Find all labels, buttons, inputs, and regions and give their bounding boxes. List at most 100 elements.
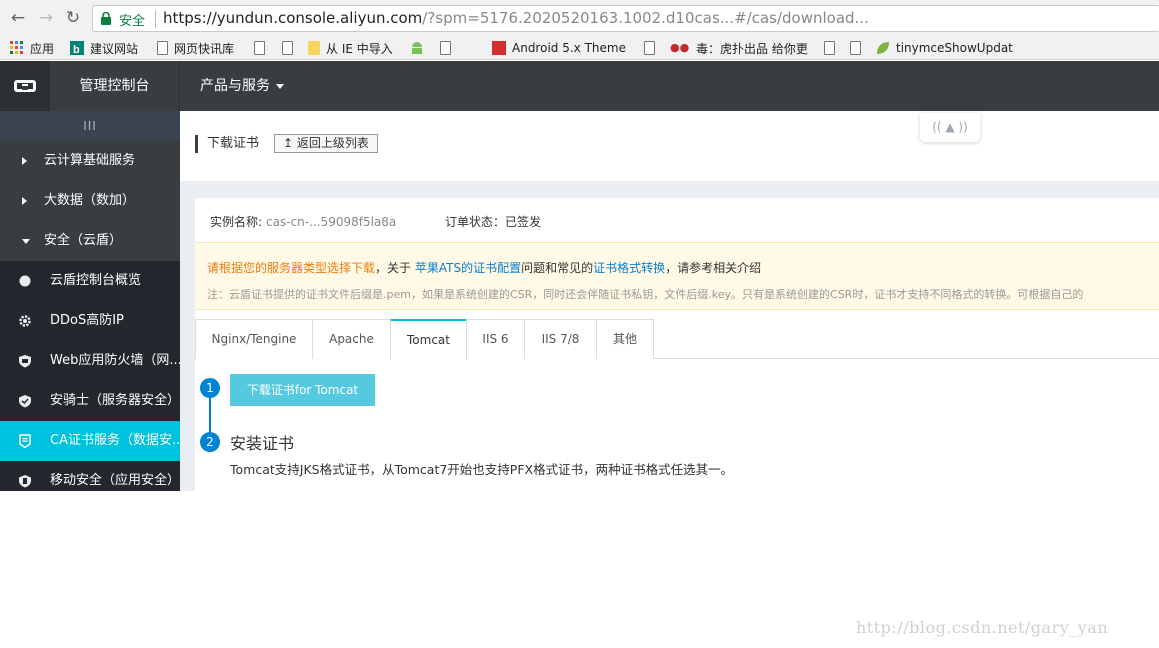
bing-icon: b bbox=[70, 41, 84, 55]
page-icon bbox=[440, 41, 451, 55]
bookmark-suggested-sites[interactable]: b 建议网站 bbox=[70, 39, 138, 57]
sidebar-group-bigdata[interactable]: 大数据（数加） bbox=[0, 181, 180, 221]
back-arrow-icon[interactable]: ← bbox=[8, 8, 28, 28]
secure-label: 安全 bbox=[119, 14, 146, 29]
sidebar-group-label: 安全（云盾） bbox=[44, 233, 123, 248]
leaf-icon bbox=[877, 42, 889, 54]
bookmark-page-2[interactable] bbox=[282, 39, 299, 57]
chevron-right-icon bbox=[22, 197, 27, 205]
hupu-icon: ●● bbox=[670, 41, 690, 54]
mobile-shield-icon bbox=[19, 475, 31, 488]
sidebar: III 云计算基础服务 大数据（数加） 安全（云盾） 云盾控制台概览 DDoS高… bbox=[0, 111, 180, 491]
back-label: 返回上级列表 bbox=[296, 136, 369, 150]
ats-config-link[interactable]: 苹果ATS的证书配置 bbox=[415, 261, 521, 275]
sidebar-collapse-toggle[interactable]: III bbox=[0, 111, 180, 141]
gear-icon bbox=[19, 315, 31, 327]
tab-other[interactable]: 其他 bbox=[596, 319, 654, 359]
android-icon bbox=[412, 42, 422, 54]
tab-tomcat[interactable]: Tomcat bbox=[390, 319, 467, 360]
page-icon bbox=[254, 41, 265, 55]
sidebar-group-security[interactable]: 安全（云盾） bbox=[0, 221, 180, 261]
notice-warning: 请根据您的服务器类型选择下载 bbox=[207, 261, 376, 275]
sidebar-item-waf[interactable]: Web应用防火墙（网... bbox=[0, 341, 180, 381]
sidebar-item-label: DDoS高防IP bbox=[50, 313, 124, 328]
page-icon bbox=[644, 41, 655, 55]
bookmark-label: 建议网站 bbox=[90, 41, 139, 56]
forward-arrow-icon[interactable]: → bbox=[36, 8, 56, 28]
page-icon bbox=[850, 41, 861, 55]
svg-text:b: b bbox=[73, 44, 80, 55]
url-divider bbox=[155, 10, 156, 28]
console-topbar: 管理控制台 产品与服务 bbox=[0, 61, 1159, 111]
sidebar-group-label: 大数据（数加） bbox=[44, 193, 136, 208]
folder-icon bbox=[308, 41, 320, 55]
tab-apache[interactable]: Apache bbox=[312, 319, 391, 359]
server-type-tabs: Nginx/Tengine Apache Tomcat IIS 6 IIS 7/… bbox=[195, 319, 1159, 360]
main-content: 下载证书 ↥ 返回上级列表 (( ▲ )) 实例名称: cas-cn-...590… bbox=[180, 111, 1159, 491]
red-square-icon bbox=[492, 41, 506, 55]
instance-label: 实例名称: bbox=[210, 215, 263, 229]
knight-shield-icon bbox=[19, 395, 31, 408]
chevron-down-icon bbox=[22, 239, 30, 244]
certificate-card: 实例名称: cas-cn-...59098f5la8a 订单状态：已签发 请根据您… bbox=[195, 198, 1159, 491]
bookmark-label: 网页快讯库 bbox=[174, 41, 235, 56]
notice-text-c: ，请参考相关介绍 bbox=[665, 261, 762, 275]
browser-toolbar: ← → ↻ 安全 https://yundun.console.aliyun.c… bbox=[0, 0, 1159, 36]
bookmark-web-slices[interactable]: 网页快讯库 bbox=[157, 39, 234, 57]
bookmark-label: 应用 bbox=[30, 41, 55, 56]
download-notice: 请根据您的服务器类型选择下载，关于 苹果ATS的证书配置问题和常见的证书格式转换… bbox=[195, 242, 1159, 310]
notification-bell-button[interactable]: (( ▲ )) bbox=[920, 113, 980, 142]
bookmark-page-5[interactable] bbox=[824, 39, 841, 57]
home-logo[interactable] bbox=[0, 61, 50, 111]
reload-icon[interactable]: ↻ bbox=[63, 8, 83, 28]
tab-iis6[interactable]: IIS 6 bbox=[466, 319, 525, 359]
aliyun-logo-icon bbox=[14, 80, 36, 92]
notice-text-a: ，关于 bbox=[375, 261, 412, 275]
back-to-list-button[interactable]: ↥ 返回上级列表 bbox=[274, 134, 378, 153]
bookmark-page-1[interactable] bbox=[254, 39, 271, 57]
page-icon bbox=[282, 41, 293, 55]
sidebar-group-cloud-basic[interactable]: 云计算基础服务 bbox=[0, 141, 180, 181]
sidebar-item-label: 移动安全（应用安全） bbox=[50, 473, 180, 488]
bookmark-page-3[interactable] bbox=[440, 39, 457, 57]
console-title[interactable]: 管理控制台 bbox=[50, 61, 180, 111]
bookmark-page-4[interactable] bbox=[644, 39, 661, 57]
sidebar-item-label: 安骑士（服务器安全） bbox=[50, 393, 180, 408]
format-conversion-link[interactable]: 证书格式转换 bbox=[593, 261, 665, 275]
bookmarks-bar: 应用 b 建议网站 网页快讯库 从 IE 中导入 Android 5.x The… bbox=[0, 36, 1159, 60]
step-2-badge: 2 bbox=[200, 432, 220, 452]
instance-info: 实例名称: cas-cn-...59098f5la8a bbox=[210, 213, 396, 230]
sidebar-item-ddos[interactable]: DDoS高防IP bbox=[0, 301, 180, 341]
sidebar-item-label: Web应用防火墙（网... bbox=[50, 353, 180, 368]
sidebar-item-aegis[interactable]: 安骑士（服务器安全） bbox=[0, 381, 180, 421]
page-icon bbox=[157, 41, 168, 55]
download-tomcat-button[interactable]: 下载证书for Tomcat bbox=[230, 374, 375, 406]
bookmark-import-ie[interactable]: 从 IE 中导入 bbox=[308, 39, 393, 57]
certificate-icon bbox=[19, 434, 31, 448]
page-header: 下载证书 ↥ 返回上级列表 (( ▲ )) bbox=[180, 111, 1159, 181]
address-bar[interactable]: 安全 https://yundun.console.aliyun.com/?sp… bbox=[92, 5, 1159, 32]
notice-text: 请根据您的服务器类型选择下载，关于 苹果ATS的证书配置问题和常见的证书格式转换… bbox=[207, 259, 761, 276]
bookmark-page-6[interactable] bbox=[850, 39, 867, 57]
step-connector bbox=[209, 397, 211, 433]
bookmark-apps[interactable]: 应用 bbox=[10, 39, 54, 57]
sidebar-item-ca-certificate[interactable]: CA证书服务（数据安... bbox=[0, 421, 180, 461]
sidebar-item-mobile-security[interactable]: 移动安全（应用安全） bbox=[0, 461, 180, 491]
products-label: 产品与服务 bbox=[200, 78, 270, 94]
chevron-right-icon bbox=[22, 157, 27, 165]
tab-iis78[interactable]: IIS 7/8 bbox=[524, 319, 597, 359]
tab-nginx[interactable]: Nginx/Tengine bbox=[195, 319, 313, 359]
bookmark-tinymce[interactable]: tinymceShowUpdat bbox=[876, 39, 1013, 57]
shield-icon bbox=[19, 355, 31, 368]
bookmark-label: tinymceShowUpdat bbox=[896, 41, 1013, 55]
order-status: 订单状态：已签发 bbox=[445, 215, 542, 229]
bookmark-android[interactable] bbox=[410, 39, 430, 57]
watermark: http://blog.csdn.net/gary_yan bbox=[856, 618, 1109, 637]
page-icon bbox=[824, 41, 835, 55]
bookmark-android-theme[interactable]: Android 5.x Theme bbox=[492, 39, 626, 57]
products-menu[interactable]: 产品与服务 bbox=[200, 61, 284, 111]
bookmark-hupu[interactable]: ●● 毒：虎扑出品 给你更 bbox=[670, 39, 808, 57]
sidebar-item-overview[interactable]: 云盾控制台概览 bbox=[0, 261, 180, 301]
url-text[interactable]: https://yundun.console.aliyun.com/?spm=5… bbox=[163, 9, 869, 27]
bookmark-label: 毒：虎扑出品 给你更 bbox=[696, 41, 808, 56]
